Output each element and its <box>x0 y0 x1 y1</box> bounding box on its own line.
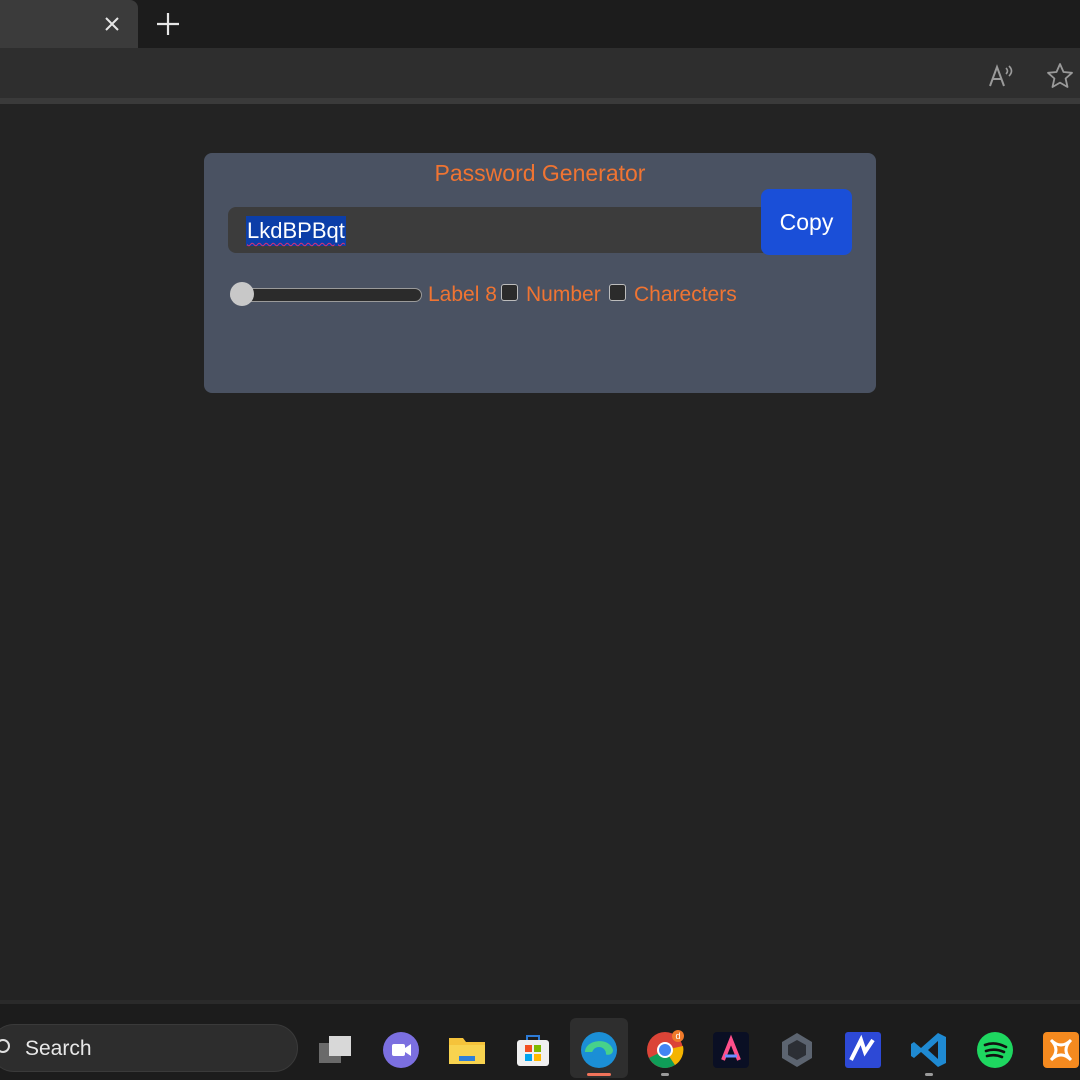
characters-label: Charecters <box>634 283 737 306</box>
close-icon[interactable] <box>100 12 124 36</box>
adobe-express-icon[interactable] <box>711 1030 751 1070</box>
chrome-icon[interactable]: d <box>645 1030 685 1070</box>
copy-button[interactable]: Copy <box>761 189 852 255</box>
taskbar-search[interactable]: Search <box>0 1024 298 1072</box>
svg-text:d: d <box>675 1031 680 1041</box>
read-aloud-icon[interactable] <box>987 62 1015 90</box>
unity-icon[interactable] <box>777 1030 817 1070</box>
characters-checkbox[interactable] <box>609 284 626 301</box>
page-content: Password Generator LkdBPBqt Copy Label 8… <box>0 104 1080 1000</box>
browser-toolbar <box>0 48 1080 104</box>
microsoft-store-icon[interactable] <box>513 1030 553 1070</box>
password-field[interactable]: LkdBPBqt <box>228 207 768 253</box>
vector-app-icon[interactable] <box>843 1030 883 1070</box>
password-value[interactable]: LkdBPBqt <box>246 216 346 246</box>
task-view-icon[interactable] <box>315 1030 355 1070</box>
length-slider[interactable] <box>230 288 422 302</box>
tab-strip <box>0 0 1080 48</box>
length-slider-thumb[interactable] <box>230 282 254 306</box>
browser-tab[interactable] <box>0 0 138 48</box>
search-icon <box>0 1038 19 1058</box>
password-generator-card: Password Generator LkdBPBqt Copy Label 8… <box>204 153 876 393</box>
search-label: Search <box>25 1037 92 1060</box>
edge-running-indicator <box>587 1073 611 1076</box>
number-checkbox[interactable] <box>501 284 518 301</box>
address-bar[interactable] <box>0 56 960 96</box>
options-row: Label 8 Number Charecters <box>228 281 848 309</box>
edge-icon[interactable] <box>579 1030 619 1070</box>
spotify-icon[interactable] <box>975 1030 1015 1070</box>
length-label: Label 8 <box>428 283 497 306</box>
taskbar: Search d <box>0 1000 1080 1080</box>
card-title: Password Generator <box>434 160 646 186</box>
meet-icon[interactable] <box>381 1030 421 1070</box>
plus-icon[interactable] <box>152 8 184 40</box>
number-label: Number <box>526 283 601 306</box>
xampp-icon[interactable] <box>1041 1030 1080 1070</box>
star-icon[interactable] <box>1046 62 1074 90</box>
vscode-icon[interactable] <box>909 1030 949 1070</box>
vscode-running-indicator <box>925 1073 933 1076</box>
file-explorer-icon[interactable] <box>447 1030 487 1070</box>
chrome-running-indicator <box>661 1073 669 1076</box>
